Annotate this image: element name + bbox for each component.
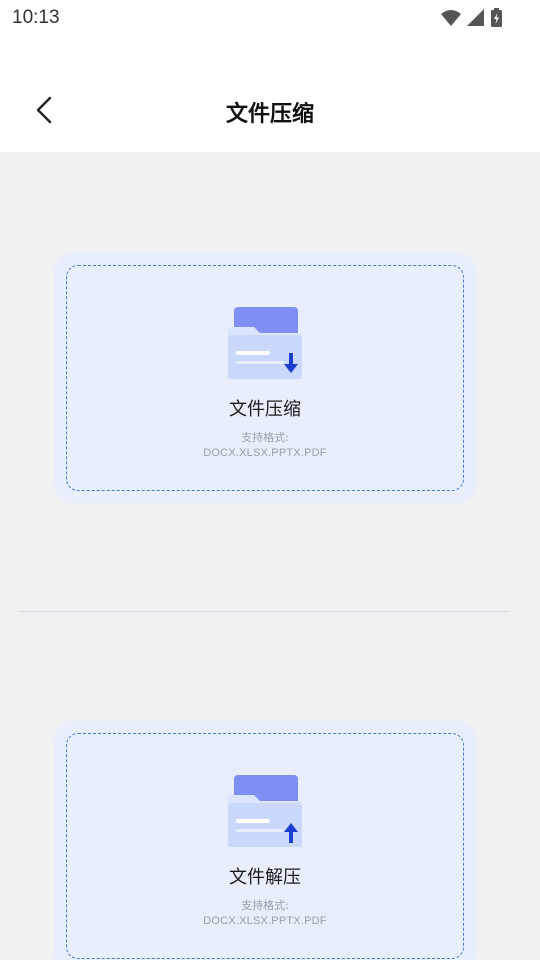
battery-charging-icon — [491, 8, 502, 31]
folder-download-icon — [224, 305, 306, 381]
app-header: 文件压缩 — [0, 38, 540, 152]
page-title: 文件压缩 — [225, 102, 314, 127]
status-icons — [441, 8, 502, 31]
supported-formats: DOCX.XLSX.PPTX.PDF — [203, 915, 327, 927]
status-time: 10:13 — [12, 7, 60, 28]
compress-file-card[interactable]: 文件压缩 支持格式: DOCX.XLSX.PPTX.PDF — [54, 253, 476, 503]
decompress-file-card[interactable]: 文件解压 支持格式: DOCX.XLSX.PPTX.PDF — [54, 721, 476, 960]
support-label: 支持格式: — [241, 899, 289, 912]
support-label: 支持格式: — [241, 431, 289, 444]
folder-upload-icon — [224, 773, 306, 849]
card-title: 文件压缩 — [229, 399, 301, 420]
card-title: 文件解压 — [229, 867, 301, 888]
section-divider — [18, 611, 510, 612]
wifi-icon — [441, 9, 461, 31]
supported-formats: DOCX.XLSX.PPTX.PDF — [203, 447, 327, 459]
signal-icon — [467, 8, 485, 31]
status-bar: 10:13 — [0, 0, 540, 38]
